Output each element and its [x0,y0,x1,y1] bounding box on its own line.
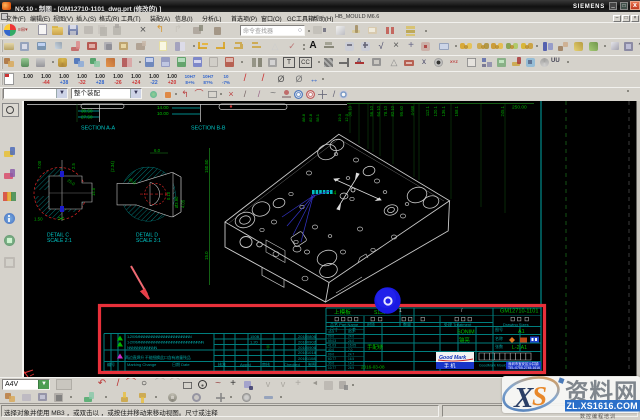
svg-text:16.05: 16.05 [348,344,356,348]
svg-text:1: 1 [399,308,402,314]
svg-text:1.50: 1.50 [34,217,43,222]
svg-text:镶亮: 镶亮 [459,336,470,344]
svg-text:19.0: 19.0 [337,113,342,122]
svg-text:NNNNNNNNNNNN: NNNNNNNNNNNN [127,345,157,350]
svg-text:S: S [532,381,547,411]
svg-text:Drawing Sizes: Drawing Sizes [503,322,529,327]
svg-text:手配绕: 手配绕 [367,343,384,351]
svg-text:Ø3.90: Ø3.90 [174,196,179,208]
svg-text:审核: 审核 [262,361,270,367]
svg-text:14.00: 14.00 [157,105,169,110]
svg-text:40.0: 40.0 [328,330,334,334]
svg-text:78.10: 78.10 [383,105,388,116]
svg-text:1.20: 1.20 [250,340,259,345]
svg-text:2016-03-08: 2016-03-08 [361,365,385,370]
svg-text:手 机: 手 机 [444,363,455,370]
svg-text:品名 Part Name: 品名 Part Name [330,321,359,327]
svg-text:28.5: 28.5 [348,366,354,370]
svg-text:7.0: 7.0 [348,348,353,352]
svg-text:处理 Treatment: 处理 Treatment [444,321,472,327]
svg-text:Checked: Checked [284,362,300,367]
svg-text:27.50: 27.50 [81,114,93,119]
svg-text:112.1: 112.1 [425,105,430,116]
svg-text:A1: A1 [518,329,525,335]
svg-text:(2.34): (2.34) [110,160,115,172]
svg-text:245.1: 245.1 [500,105,505,116]
svg-text:日期 Date: 日期 Date [172,361,190,367]
svg-text:上模板: 上模板 [334,308,351,316]
svg-text:30.10: 30.10 [348,105,353,116]
svg-text:SECTION B-B: SECTION B-B [191,126,226,132]
svg-text:张数: 张数 [495,343,503,349]
svg-text:核准: 核准 [218,361,226,367]
svg-text:10.77: 10.77 [328,366,336,370]
svg-text:GM12710-1101: GM12710-1101 [500,309,538,315]
svg-text:2.5: 2.5 [71,163,76,169]
svg-text:0.10: 0.10 [166,191,171,200]
svg-text:材质: 材质 [367,321,375,327]
svg-text:24.7: 24.7 [348,353,354,357]
svg-text:Apprd: Apprd [240,362,251,367]
svg-text:手: 手 [266,344,270,350]
svg-text:24.0: 24.0 [348,335,354,339]
svg-text:40.0: 40.0 [328,348,334,352]
svg-text:136.1: 136.1 [441,105,446,116]
svg-text:图号: 图号 [495,326,503,332]
svg-text:10.00: 10.00 [157,111,169,116]
svg-text:50.2: 50.2 [348,330,354,334]
svg-text:24.0: 24.0 [348,339,354,343]
svg-text:59.03: 59.03 [328,339,336,343]
svg-text:158.1: 158.1 [454,105,459,116]
svg-text:SCALE 2:1: SCALE 2:1 [47,238,72,244]
svg-text:60.77: 60.77 [328,357,336,361]
svg-text:58.1: 58.1 [315,113,320,122]
svg-text:两边直焊升 不能细换此口含有液童残品: 两边直焊升 不能细换此口含有液童残品 [125,354,191,360]
svg-text:41.03: 41.03 [328,344,336,348]
svg-text:6.0: 6.0 [154,148,161,153]
svg-text:09.0: 09.0 [328,353,334,357]
svg-text:Marking Change: Marking Change [127,362,157,367]
svg-text:20101108: 20101108 [298,356,316,361]
svg-text:30.50: 30.50 [81,108,93,113]
svg-text:82.8: 82.8 [308,113,313,122]
svg-text:名称: 名称 [495,335,503,341]
svg-text:150.50: 150.50 [204,159,209,173]
svg-text:制图: 制图 [308,361,316,367]
svg-text:09.0: 09.0 [328,335,334,339]
svg-text:15.0: 15.0 [204,251,209,260]
svg-text:SCALE 3:1: SCALE 3:1 [136,238,161,244]
svg-text:16.5: 16.5 [348,357,354,361]
svg-text:4.05: 4.05 [181,199,186,208]
svg-text:1-2XXMNNNNNNNNNNNNNNNNNNNNN: 1-2XXMNNNNNNNNNNNNNNNNNNNNN [127,334,192,339]
svg-text:20101018: 20101018 [298,350,317,355]
svg-text:20100806: 20100806 [298,334,317,339]
svg-text:SONIM: SONIM [457,329,475,335]
svg-text:88.8: 88.8 [301,113,306,122]
svg-text:ZL.XS1616.COM: ZL.XS1616.COM [567,401,638,411]
svg-text:120.1: 120.1 [433,105,438,116]
svg-text:数量: 数量 [403,321,411,327]
svg-text:TEL:0755-2745-1616: TEL:0755-2745-1616 [508,366,540,370]
svg-text:64.10: 64.10 [376,105,381,116]
svg-text:编号: 编号 [107,361,115,367]
svg-text:30.0: 30.0 [328,362,334,366]
svg-text:X: X [513,382,534,413]
svg-text:7.00: 7.00 [37,160,42,169]
svg-text:4-M8: 4-M8 [410,105,415,115]
svg-text:56.10: 56.10 [369,105,374,116]
svg-text:82.10: 82.10 [390,105,395,116]
svg-text:4: 4 [334,191,337,197]
svg-text:150B: 150B [250,334,260,339]
svg-text:L-2 A1: L-2 A1 [512,345,527,351]
svg-text:14.2: 14.2 [348,362,354,366]
svg-text:SECTION A-A: SECTION A-A [81,126,116,132]
svg-text:95.60: 95.60 [399,105,404,116]
svg-text:14.0: 14.0 [91,187,96,196]
svg-text:250.00: 250.00 [512,105,527,111]
